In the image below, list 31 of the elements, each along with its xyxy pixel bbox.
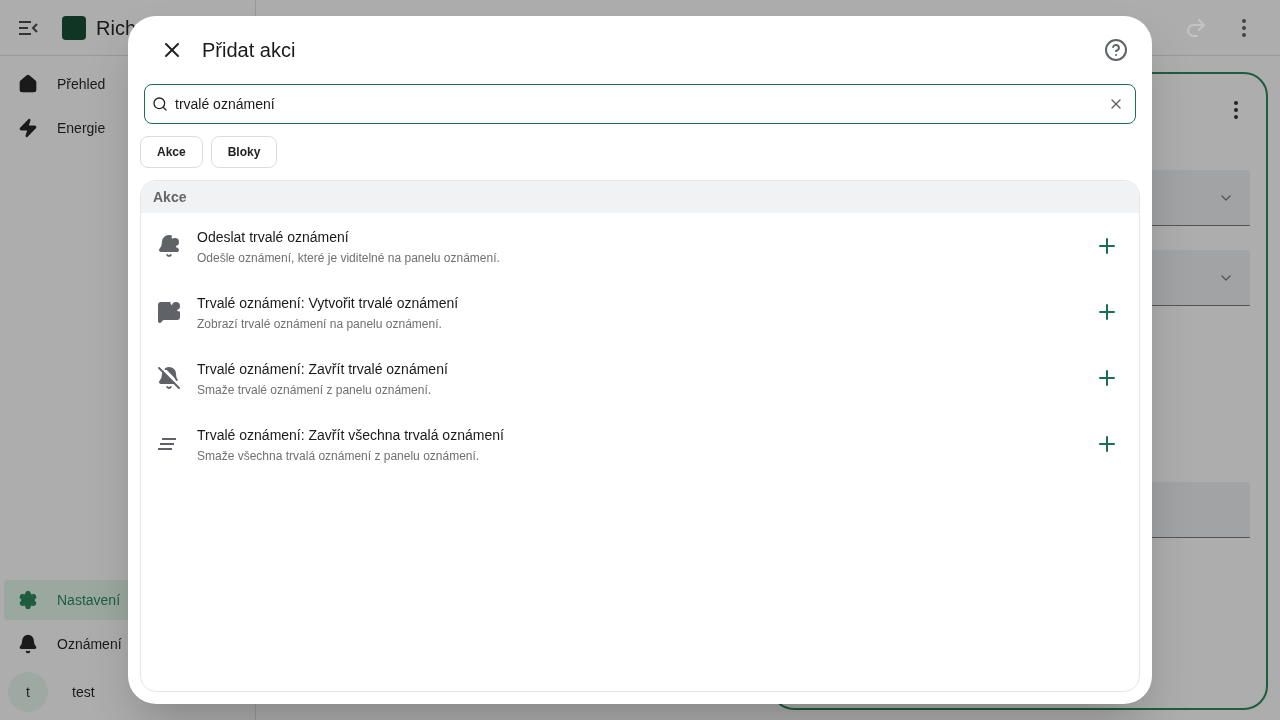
help-icon[interactable]	[1104, 38, 1128, 62]
bell-dot-icon	[157, 234, 181, 258]
logo-icon	[62, 15, 86, 40]
dialog-title: Přidat akci	[202, 38, 297, 63]
action-item[interactable]: Trvalé oznámení: Zavřít trvalé oznámení Smaže trvalé oznámení z panelu oznámení.	[141, 345, 1139, 411]
action-item[interactable]: Trvalé oznámení: Zavřít všechna trvalá oznámení Smaže všechna trvalá oznámení z panelu oznámení.	[141, 411, 1139, 477]
action-description: Zobrazí trvalé oznámení na panelu oznámení.	[197, 315, 443, 332]
nav-icon	[18, 74, 38, 94]
menu-icon[interactable]	[18, 20, 38, 35]
search-icon	[152, 96, 168, 112]
action-item[interactable]: Trvalé oznámení: Vytvořit trvalé oznámení Zobrazí trvalé oznámení na panelu oznámení.	[141, 279, 1139, 345]
lines-icon	[157, 438, 177, 450]
nav-icon	[18, 590, 38, 610]
action-title: Trvalé oznámení: Zavřít trvalé oznámení	[197, 359, 449, 379]
action-item[interactable]: Odeslat trvalé oznámení Odešle oznámení, které je viditelné na panelu oznámení.	[141, 213, 1139, 279]
action-description: Smaže trvalé oznámení z panelu oznámení.	[197, 381, 433, 398]
action-description: Odešle oznámení, které je viditelné na panelu oznámení.	[197, 249, 501, 266]
section-header: Akce	[141, 181, 1139, 213]
search-field[interactable]: trvalé oznámení	[144, 84, 1136, 124]
action-title: Odeslat trvalé oznámení	[197, 227, 350, 247]
action-title: Trvalé oznámení: Zavřít všechna trvalá oznámení	[197, 425, 505, 445]
nav-icon	[18, 118, 38, 138]
bell-off-icon	[157, 366, 181, 390]
avatar[interactable]: t	[8, 672, 48, 712]
user-name: test	[72, 683, 95, 702]
nav-icon	[18, 634, 38, 654]
nav-item[interactable]: Oznámení	[4, 624, 251, 664]
filter-chip[interactable]: Bloky	[210, 136, 278, 168]
action-description: Smaže všechna trvalá oznámení z panelu oznámení.	[197, 447, 481, 464]
action-title: Trvalé oznámení: Vytvořit trvalé oznámení	[197, 293, 460, 313]
filter-chip[interactable]: Akce	[140, 136, 203, 168]
